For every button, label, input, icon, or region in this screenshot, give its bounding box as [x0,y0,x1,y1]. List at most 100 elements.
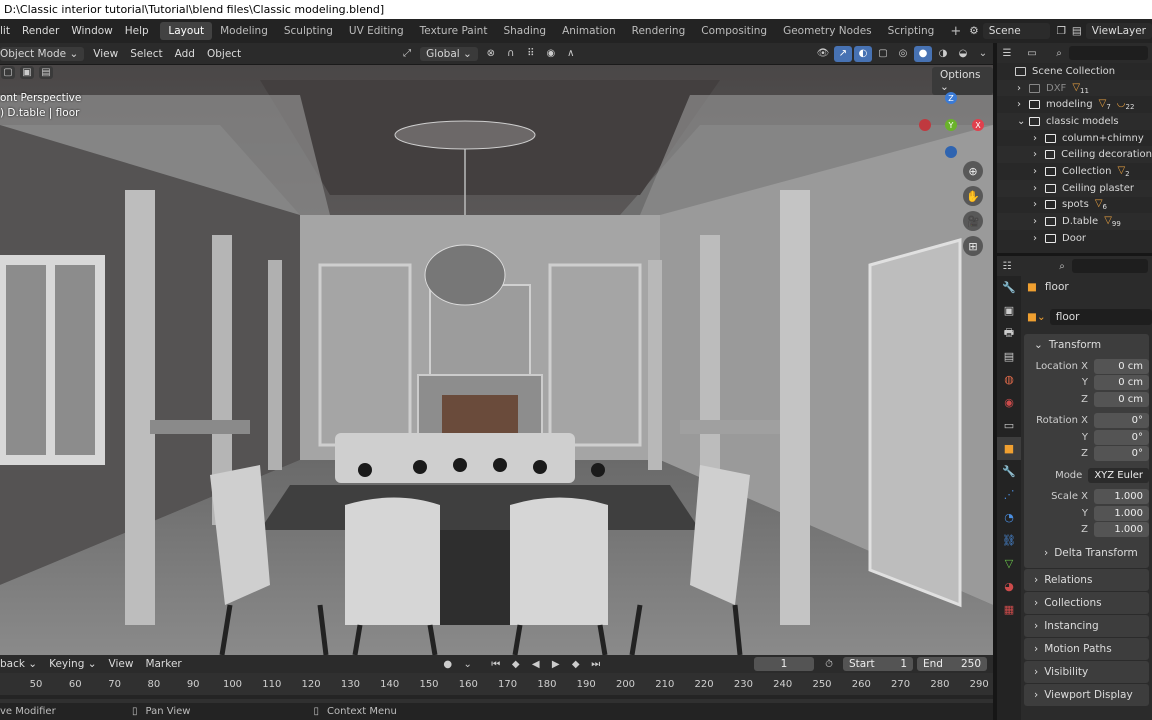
view-layer-selector[interactable]: ViewLayer [1085,23,1152,39]
display-mode-icon[interactable]: ▭ [1023,45,1041,61]
chevron-right-icon[interactable]: › [1033,199,1045,210]
chevron-right-icon[interactable]: › [1033,183,1045,194]
texture-tab-icon[interactable]: ▦ [997,598,1021,621]
select-extend-icon[interactable]: ▣ [20,66,34,79]
menu-timeline-view[interactable]: View [103,656,140,672]
play-reverse-icon[interactable]: ◀ [527,656,545,672]
proportional-edit-icon[interactable]: ◉ [542,46,560,62]
menu-marker[interactable]: Marker [139,656,187,672]
menu-render[interactable]: Render [16,25,65,37]
search-icon[interactable]: ⌕ [1050,45,1068,61]
scene-selector[interactable]: Scene [982,23,1051,39]
select-mode-buttons[interactable]: ▢ ▣ ▤ [0,66,54,79]
delta-transform-subpanel[interactable]: › Delta Transform [1024,544,1149,562]
chevron-right-icon[interactable]: › [1017,99,1029,110]
play-icon[interactable]: ▶ [547,656,565,672]
perspective-toggle-icon[interactable]: ⊞ [963,236,983,256]
rotation-z-field[interactable]: 0° [1094,446,1149,462]
scale-z-field[interactable]: 1.000 [1094,522,1149,538]
select-box-icon[interactable]: ▢ [1,66,15,79]
chevron-right-icon[interactable]: › [1033,166,1045,177]
properties-editor-icon[interactable]: ☷ [998,258,1016,274]
gizmo-y-axis[interactable]: Y [945,119,957,131]
datablock-icon[interactable]: ■⌄ [1027,311,1046,323]
location-z-field[interactable]: 0 cm [1094,391,1149,407]
zoom-icon[interactable]: ⊕ [963,161,983,181]
gizmo-neg-z-axis[interactable] [945,146,957,158]
timeline-scrollbar[interactable] [0,695,993,699]
menu-object[interactable]: Object [201,46,247,62]
data-tab-icon[interactable]: ▽ [997,552,1021,575]
record-options-icon[interactable]: ⌄ [459,656,477,672]
transform-panel-header[interactable]: ⌄ Transform [1024,334,1149,356]
shading-material-icon[interactable]: ◑ [934,46,952,62]
tab-geometry-nodes[interactable]: Geometry Nodes [775,22,880,40]
camera-view-icon[interactable]: 🎥 [963,211,983,231]
outliner-editor-icon[interactable]: ☰ [998,45,1016,61]
outliner-row[interactable]: › modeling ▽7 ◡22 [997,96,1152,113]
view-layer-icon[interactable]: ▤ [1072,25,1082,37]
modifier-tab-icon[interactable]: 🔧 [997,460,1021,483]
gizmo-x-axis[interactable]: X [972,119,984,131]
snap-grid-icon[interactable]: ⠿ [522,46,540,62]
menu-add[interactable]: Add [169,46,201,62]
scene-tab-icon[interactable]: ◍ [997,368,1021,391]
copy-scene-icon[interactable]: ❐ [1056,25,1065,37]
tab-modeling[interactable]: Modeling [212,22,276,40]
world-tab-icon[interactable]: ◉ [997,391,1021,414]
shading-rendered-icon[interactable]: ◒ [954,46,972,62]
outliner-tree[interactable]: Scene Collection › DXF ▽11 › modeling ▽7 ◡22 ⌄ c… [997,63,1152,253]
scene-collection-row[interactable]: Scene Collection [997,63,1152,80]
collections-panel[interactable]: › Collections [1024,592,1149,614]
scale-x-field[interactable]: 1.000 [1094,489,1149,505]
properties-search-input[interactable] [1072,259,1148,273]
relations-panel[interactable]: › Relations [1024,569,1149,591]
end-frame-field[interactable]: End 250 [917,657,987,671]
motion-paths-panel[interactable]: › Motion Paths [1024,638,1149,660]
physics-tab-icon[interactable]: ◔ [997,506,1021,529]
outliner-row[interactable]: › Collection ▽2 [997,163,1152,180]
tab-animation[interactable]: Animation [554,22,624,40]
material-tab-icon[interactable]: ◕ [997,575,1021,598]
instancing-panel[interactable]: › Instancing [1024,615,1149,637]
outliner-row[interactable]: › Door [997,230,1152,247]
scale-y-field[interactable]: 1.000 [1094,505,1149,521]
object-tab-icon[interactable]: ■ [997,437,1021,460]
gizmo-toggle-icon[interactable]: ↗ [834,45,852,62]
output-tab-icon[interactable]: 🖶 [997,322,1021,345]
outliner-row[interactable]: › column+chimny [997,130,1152,147]
outliner-row[interactable]: ⌄ classic models [997,113,1152,130]
add-workspace-button[interactable]: + [942,21,969,42]
view-layer-tab-icon[interactable]: ▤ [997,345,1021,368]
timeline-ruler[interactable]: 50 60 70 80 90 100 110 120 130 140 150 160 170 180 190… [0,673,993,703]
current-frame-field[interactable]: 1 [754,657,814,671]
xray-icon[interactable]: ▢ [874,46,892,62]
chevron-right-icon[interactable]: › [1033,133,1045,144]
particles-tab-icon[interactable]: ⋰ [997,483,1021,506]
outliner-row[interactable]: › spots ▽6 [997,197,1152,214]
jump-start-icon[interactable]: ⏮ [487,656,505,672]
record-icon[interactable]: ● [439,656,457,672]
viewport-display-panel[interactable]: › Viewport Display [1024,684,1149,706]
chevron-right-icon[interactable]: › [1033,233,1045,244]
tab-shading[interactable]: Shading [495,22,554,40]
menu-edit[interactable]: lit [0,25,16,37]
tab-sculpting[interactable]: Sculpting [276,22,341,40]
search-props-icon[interactable]: ⌕ [1053,258,1071,274]
gizmo-z-axis[interactable]: Z [945,92,957,104]
mode-selector[interactable]: Object Mode ⌄ [0,46,85,61]
menu-select[interactable]: Select [124,46,168,62]
clock-icon[interactable]: ⏱ [820,656,838,672]
tab-texture-paint[interactable]: Texture Paint [412,22,496,40]
chevron-right-icon[interactable]: › [1033,216,1045,227]
tool-tab-icon[interactable]: 🔧 [997,276,1021,299]
tab-rendering[interactable]: Rendering [624,22,694,40]
tab-compositing[interactable]: Compositing [693,22,775,40]
location-y-field[interactable]: 0 cm [1094,375,1149,391]
outliner-search-input[interactable] [1069,46,1148,60]
chevron-down-icon[interactable]: ⌄ [1017,116,1029,127]
location-x-field[interactable]: 0 cm [1094,358,1149,374]
outliner-row[interactable]: › DXF ▽11 [997,79,1152,97]
overlay-toggle-icon[interactable]: ◐ [854,45,872,62]
pan-hand-icon[interactable]: ✋ [963,186,983,206]
